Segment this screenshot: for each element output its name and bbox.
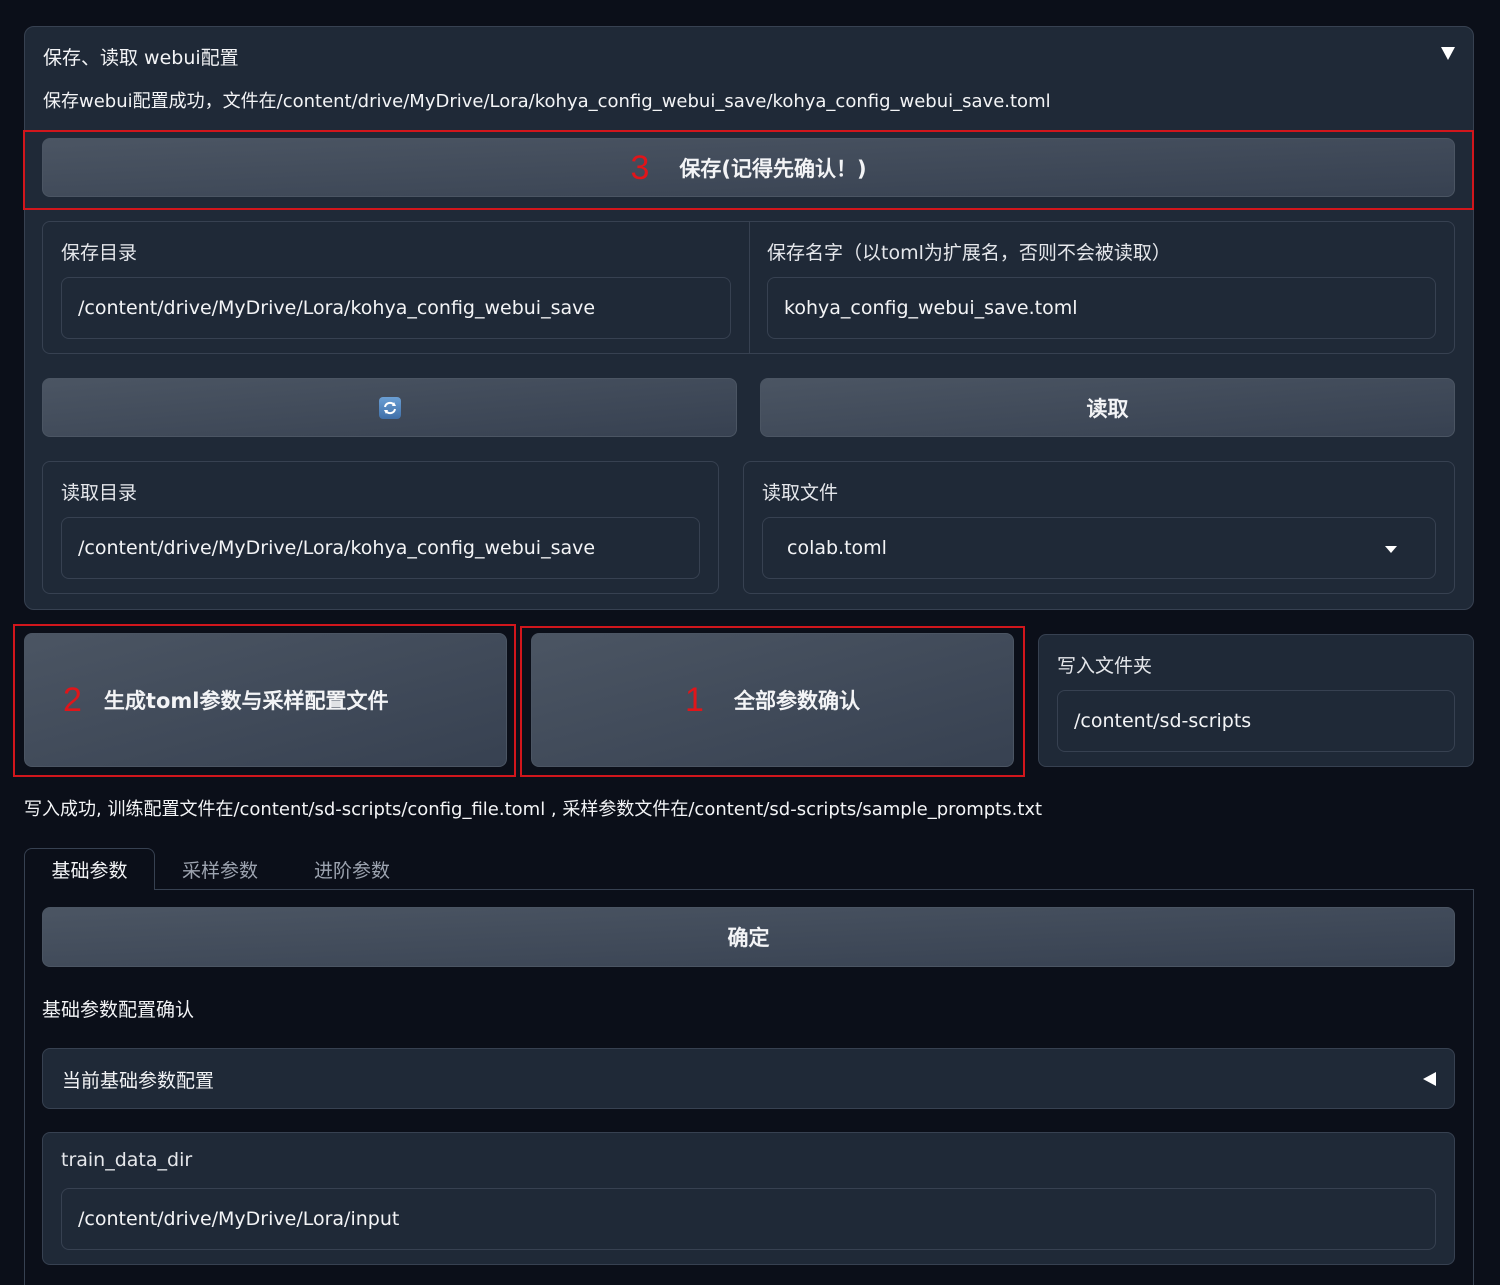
basic-confirm-text: 基础参数配置确认 [42, 999, 195, 1021]
config-accordion-title[interactable]: 保存、读取 webui配置 [43, 43, 239, 70]
train-data-dir-field: train_data_dir /content/drive/MyDrive/Lo… [42, 1132, 1455, 1265]
write-folder-label: 写入文件夹 [1057, 655, 1153, 677]
confirm-basic-button-label: 确定 [727, 926, 770, 950]
save-dir-field: 保存目录 /content/drive/MyDrive/Lora/kohya_c… [43, 222, 749, 353]
step-marker-2: 2 [63, 681, 82, 719]
app-root: 保存、读取 webui配置 保存webui配置成功，文件在/content/dr… [0, 0, 1500, 1285]
confirm-basic-button[interactable]: 确定 [42, 907, 1455, 967]
refresh-button[interactable] [42, 378, 737, 437]
confirm-all-button-label: 全部参数确认 [733, 689, 860, 713]
step-marker-1: 1 [685, 681, 704, 719]
refresh-icon [378, 396, 401, 419]
save-dir-input[interactable]: /content/drive/MyDrive/Lora/kohya_config… [61, 277, 731, 339]
read-file-field: 读取文件 colab.toml [743, 461, 1455, 594]
step-marker-3: 3 [630, 148, 650, 187]
save-status-text: 保存webui配置成功，文件在/content/drive/MyDrive/Lo… [43, 91, 1051, 112]
save-name-input[interactable]: kohya_config_webui_save.toml [767, 277, 1436, 339]
write-status-text: 写入成功, 训练配置文件在/content/sd-scripts/config_… [24, 799, 1043, 820]
train-data-dir-label: train_data_dir [61, 1149, 193, 1171]
confirm-all-button[interactable]: 1 全部参数确认 [531, 633, 1014, 767]
chevron-down-icon [1385, 546, 1397, 553]
tab-advanced-params[interactable]: 进阶参数 [292, 848, 412, 890]
train-data-dir-input[interactable]: /content/drive/MyDrive/Lora/input [61, 1188, 1436, 1250]
save-config-button[interactable]: 3 保存(记得先确认！) [42, 138, 1455, 197]
save-config-button-label: 保存(记得先确认！) [679, 156, 867, 181]
read-file-dropdown[interactable]: colab.toml [762, 517, 1436, 579]
current-config-title: 当前基础参数配置 [62, 1070, 215, 1092]
write-folder-input[interactable]: /content/sd-scripts [1057, 690, 1455, 752]
read-file-label: 读取文件 [762, 482, 839, 504]
save-fields-group: 保存目录 /content/drive/MyDrive/Lora/kohya_c… [42, 221, 1455, 354]
generate-toml-button[interactable]: 2 生成toml参数与采样配置文件 [24, 633, 507, 767]
read-dir-input[interactable]: /content/drive/MyDrive/Lora/kohya_config… [61, 517, 700, 579]
tab-sampling-params[interactable]: 采样参数 [160, 848, 280, 890]
read-file-selected: colab.toml [787, 537, 887, 559]
triangle-left-icon [1423, 1072, 1436, 1086]
read-config-button-label: 读取 [1086, 396, 1129, 421]
tab-basic-params[interactable]: 基础参数 [24, 848, 155, 890]
save-name-label: 保存名字（以toml为扩展名，否则不会被读取） [767, 242, 1171, 264]
read-dir-field: 读取目录 /content/drive/MyDrive/Lora/kohya_c… [42, 461, 719, 594]
save-name-field: 保存名字（以toml为扩展名，否则不会被读取） kohya_config_web… [749, 222, 1454, 353]
generate-toml-button-label: 生成toml参数与采样配置文件 [103, 689, 389, 713]
read-dir-label: 读取目录 [61, 482, 138, 504]
read-config-button[interactable]: 读取 [760, 378, 1455, 437]
save-dir-label: 保存目录 [61, 242, 138, 264]
triangle-down-icon[interactable] [1441, 47, 1455, 60]
current-config-accordion[interactable]: 当前基础参数配置 [42, 1048, 1455, 1109]
write-folder-field: 写入文件夹 /content/sd-scripts [1038, 634, 1474, 767]
